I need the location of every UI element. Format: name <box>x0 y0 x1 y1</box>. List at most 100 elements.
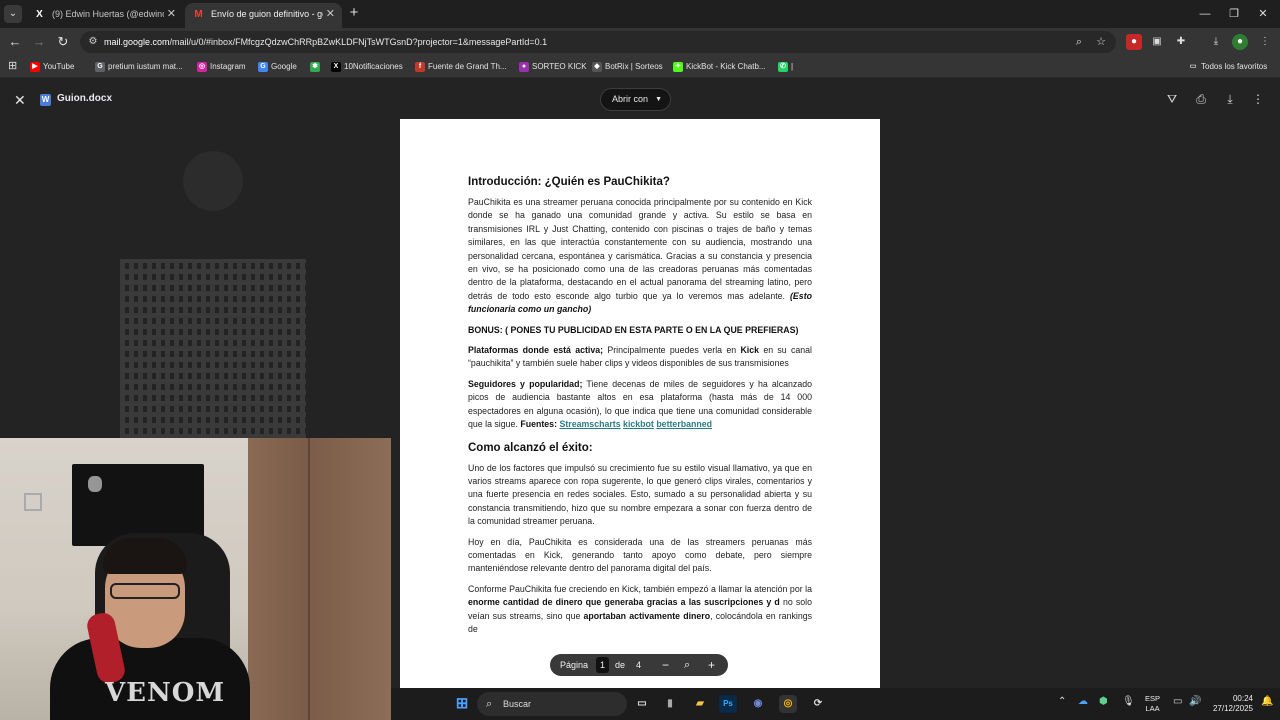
gmail-icon: M <box>194 9 203 20</box>
site-info-icon[interactable]: ⚙ <box>86 35 100 49</box>
app-icon[interactable]: ⟳ <box>809 695 827 713</box>
document-page: Introducción: ¿Quién es PauChikita? PauC… <box>400 119 880 689</box>
network-icon[interactable]: ▭ <box>1173 696 1182 707</box>
print-icon[interactable]: ⎙ <box>1193 91 1209 107</box>
microphone-icon[interactable]: 🎙 <box>1122 696 1135 707</box>
volume-icon[interactable]: 🔊 <box>1189 696 1201 707</box>
webcam-shirt-text: VENOM <box>105 678 226 708</box>
bookmark-label: | <box>791 62 794 71</box>
webcam-overlay: VENOM <box>0 438 391 720</box>
bookmark-pretium-iustum-mat[interactable]: Gpretium iustum mat... <box>95 60 183 74</box>
bookmark-instagram[interactable]: ◎ Instagram <box>197 60 246 74</box>
windows-start-icon[interactable]: ⊞ <box>453 695 471 713</box>
zoom-out-icon[interactable]: − <box>662 654 669 676</box>
webcam-person-glasses <box>110 583 180 599</box>
zoom-in-icon[interactable]: + <box>708 654 715 676</box>
bookmark-youtube[interactable]: ▶ YouTube <box>30 60 74 74</box>
close-icon[interactable]: ✕ <box>326 3 335 25</box>
profile-avatar[interactable]: ● <box>1232 34 1248 50</box>
tray-app-icon[interactable]: ⬢ <box>1099 696 1108 707</box>
onedrive-icon[interactable]: ☁ <box>1078 696 1088 707</box>
word-doc-icon: W <box>40 94 51 106</box>
bookmark-icon[interactable]: ✱ <box>310 60 323 74</box>
page-number-input[interactable]: 1 <box>596 657 610 673</box>
bookmark-label: Instagram <box>210 62 246 71</box>
bookmark-10notificaciones[interactable]: X 10Notificaciones <box>331 60 403 74</box>
tab-x-profile[interactable]: X (9) Edwin Huertas (@edwincar ✕ <box>26 3 183 28</box>
discord-icon[interactable]: ◉ <box>749 695 767 713</box>
bookmark-botrix-sorteos[interactable]: ◆ BotRix | Sorteos <box>592 60 663 74</box>
forward-button[interactable]: → <box>30 33 48 51</box>
notifications-icon[interactable]: 🔔 <box>1261 696 1273 707</box>
bookmark-label: YouTube <box>43 62 75 71</box>
bookmark-google[interactable]: G Google <box>258 60 297 74</box>
add-to-drive-icon[interactable]: ⛛ <box>1164 91 1180 107</box>
page-of-label: de <box>615 660 626 670</box>
more-options-icon[interactable]: ⋮ <box>1250 91 1266 107</box>
browser-toolbar: ← → ↻ ⚙ mail.google.com/mail/u/0/#inbox/… <box>0 28 1280 56</box>
instagram-icon: ◎ <box>197 62 207 72</box>
file-explorer-icon[interactable]: ▰ <box>691 695 709 713</box>
photoshop-icon[interactable]: Ps <box>719 695 737 713</box>
zoom-icon[interactable]: ⌕ <box>684 654 690 676</box>
tab-gmail[interactable]: M Envío de guion definitivo - gob ✕ <box>185 3 342 28</box>
close-viewer-icon[interactable]: ✕ <box>14 92 26 109</box>
x-icon: X <box>36 9 43 20</box>
tab-title: Envío de guion definitivo - gob <box>211 9 323 19</box>
bookmark-sorteo-kick[interactable]: ● SORTEO KICK <box>519 60 587 74</box>
close-icon[interactable]: ✕ <box>167 3 176 25</box>
whatsapp-icon: ✆ <box>778 62 788 72</box>
folder-icon: ▭ <box>1189 63 1197 70</box>
webcam-wall-frame <box>24 493 42 511</box>
link-betterbanned[interactable]: betterbanned <box>656 419 712 429</box>
background-logo <box>183 151 243 211</box>
bookmark-label: SORTEO KICK <box>532 62 587 71</box>
bookmark-kickbot-kick-chatb[interactable]: ✦ KickBot - Kick Chatb... <box>673 60 766 74</box>
open-with-button[interactable]: Abrir con ▼ <box>600 88 672 111</box>
address-bar[interactable]: ⚙ mail.google.com/mail/u/0/#inbox/FMfcgz… <box>80 31 1116 53</box>
restore-button[interactable]: ❐ <box>1219 5 1249 23</box>
zoom-icon[interactable]: ⌕ <box>1072 35 1086 49</box>
link-streamscharts[interactable]: Streamscharts <box>559 419 620 429</box>
extension-icon[interactable]: ▣ <box>1149 34 1165 50</box>
paragraph: Hoy en día, PauChikita es considerada un… <box>468 536 812 574</box>
url-text[interactable]: mail.google.com/mail/u/0/#inbox/FMfcgzQd… <box>104 31 547 53</box>
new-tab-button[interactable]: + <box>346 4 362 22</box>
taskbar: ⊞ ⌕ Buscar ▭ ▮ ▰ Ps ◉ ◎ ⟳ ⌃ ☁ ⬢ 🎙 ESP LAA… <box>391 688 1280 720</box>
close-window-button[interactable]: ✕ <box>1248 5 1278 23</box>
app-icon[interactable]: ▮ <box>661 695 679 713</box>
download-icon[interactable]: ⤓ <box>1222 91 1238 107</box>
webcam-wardrobe <box>248 438 391 720</box>
show-hidden-icons[interactable]: ⌃ <box>1058 696 1066 707</box>
taskbar-search[interactable]: ⌕ Buscar <box>477 692 627 716</box>
back-button[interactable]: ← <box>6 33 24 51</box>
all-bookmarks-folder[interactable]: ▭ Todos los favoritos <box>1188 60 1268 74</box>
chrome-icon[interactable]: ◎ <box>779 695 797 713</box>
browser-menu-icon[interactable]: ⋮ <box>1257 34 1273 50</box>
paragraph: PauChikita es una streamer peruana conoc… <box>468 197 812 315</box>
language-indicator[interactable]: ESP LAA <box>1145 694 1160 714</box>
bookmark-star-icon[interactable]: ☆ <box>1094 35 1108 49</box>
all-bookmarks-label: Todos los favoritos <box>1201 62 1268 71</box>
file-name: Guion.docx <box>57 93 112 104</box>
tab-strip: ⌄ X (9) Edwin Huertas (@edwincar ✕ M Env… <box>0 0 1280 28</box>
task-view-icon[interactable]: ▭ <box>633 695 651 713</box>
minimize-button[interactable]: — <box>1190 5 1220 23</box>
bookmark-label: 10Notificaciones <box>344 62 403 71</box>
bookmark-label: Fuente de Grand Th... <box>428 62 507 71</box>
bookmark-[interactable]: ✆ | <box>778 60 793 74</box>
taskbar-clock[interactable]: 00:24 27/12/2025 <box>1209 694 1253 714</box>
link-kickbot[interactable]: kickbot <box>623 419 654 429</box>
bonus-paragraph: BONUS: ( PONES TU PUBLICIDAD EN ESTA PAR… <box>468 324 799 335</box>
bookmark-fuente-de-grand-th[interactable]: f Fuente de Grand Th... <box>415 60 507 74</box>
reload-button[interactable]: ↻ <box>54 33 72 51</box>
extensions-puzzle-icon[interactable]: ✚ <box>1173 34 1189 50</box>
x-icon: X <box>331 62 341 72</box>
background-qr-code <box>120 259 306 439</box>
tab-search-button[interactable]: ⌄ <box>4 5 22 23</box>
bookmark-label: KickBot - Kick Chatb... <box>686 62 766 71</box>
downloads-icon[interactable]: ⤓ <box>1208 34 1224 50</box>
apps-grid-icon[interactable]: ⊞ <box>8 60 20 72</box>
bookmark-label: BotRix | Sorteos <box>605 62 663 71</box>
extension-record-icon[interactable]: ● <box>1126 34 1142 50</box>
